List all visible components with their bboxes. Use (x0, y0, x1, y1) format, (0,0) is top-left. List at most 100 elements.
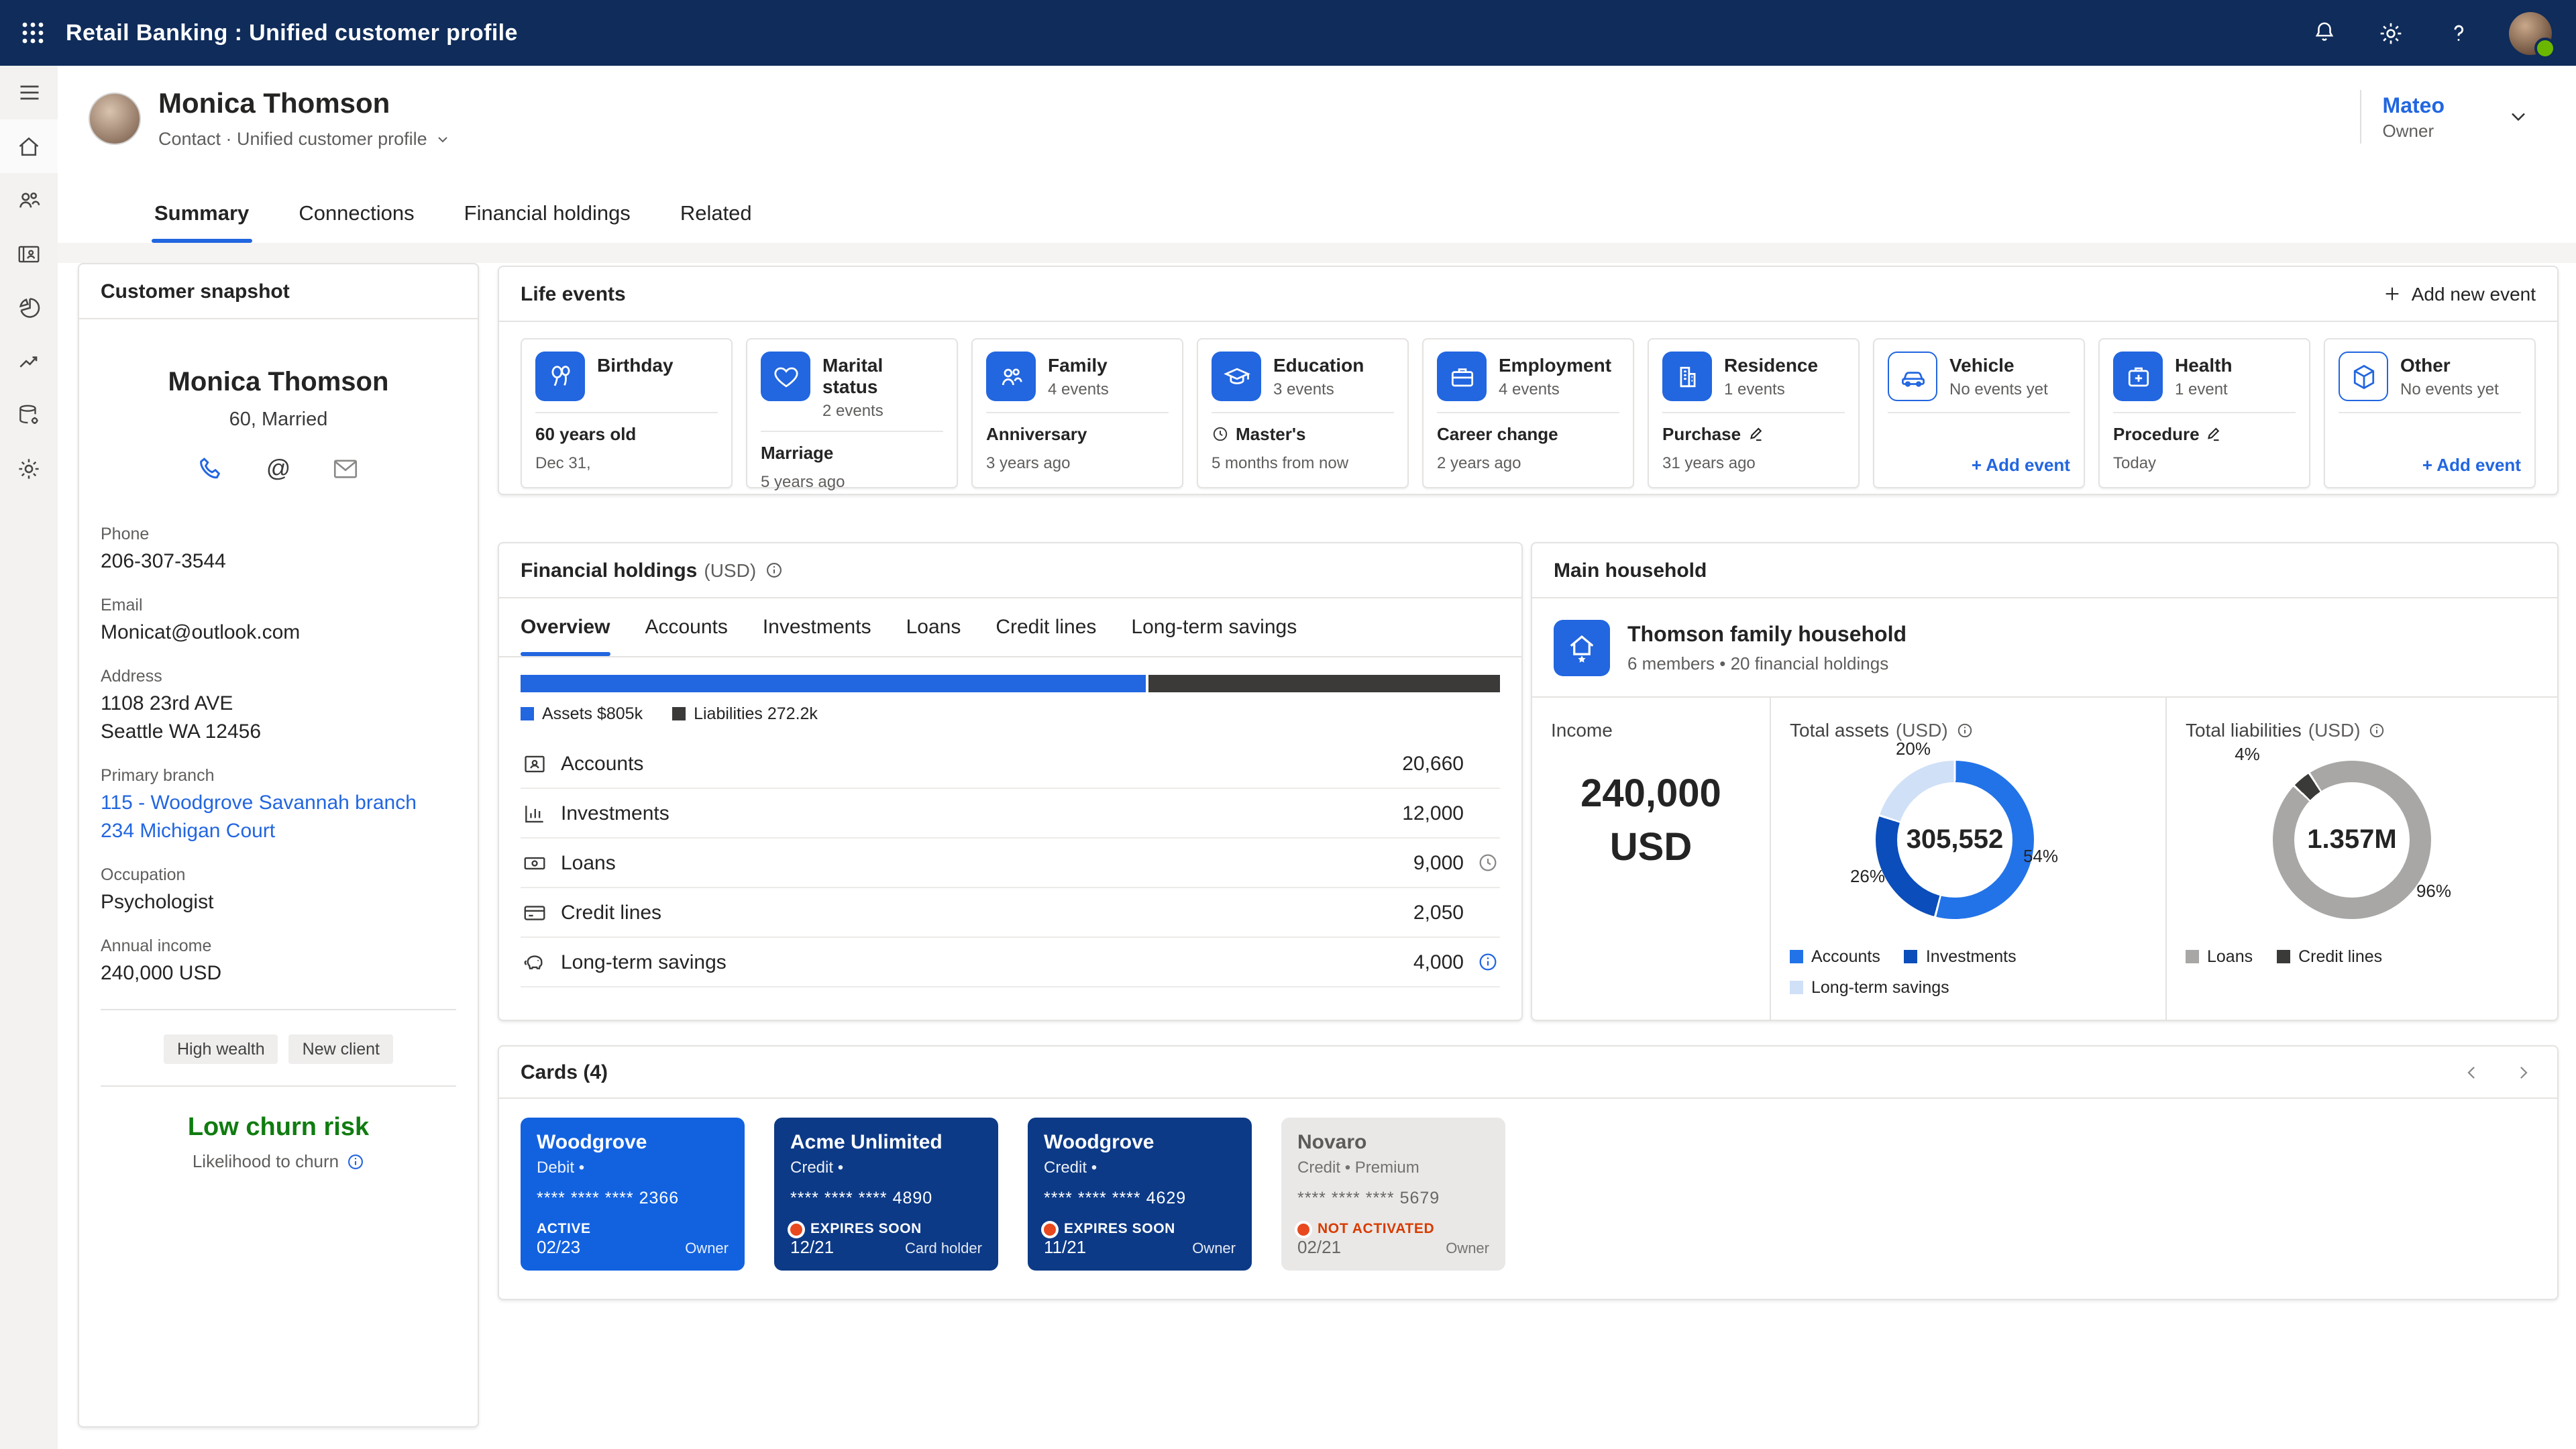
primary-branch-label: Primary branch (101, 766, 456, 785)
tab-connections[interactable]: Connections (296, 189, 417, 243)
pending-clock-icon[interactable] (1476, 851, 1500, 875)
holding-row-loans[interactable]: Loans 9,000 (521, 839, 1500, 888)
holding-row-credit-lines[interactable]: Credit lines 2,050 (521, 888, 1500, 938)
phone-value[interactable]: 206-307-3544 (101, 547, 456, 576)
sidebar-item-customers[interactable] (0, 173, 58, 227)
cards-next-chevron[interactable] (2509, 1059, 2536, 1085)
fin-tab-accounts[interactable]: Accounts (645, 598, 727, 656)
cards-prev-chevron[interactable] (2458, 1059, 2485, 1085)
trend-chart-icon (16, 348, 42, 374)
credit-card-icon (521, 899, 547, 926)
email-value[interactable]: Monicat@outlook.com (101, 619, 456, 647)
primary-branch-field: Primary branch 115 - Woodgrove Savannah … (101, 766, 456, 845)
life-event-count: 4 events (1499, 380, 1611, 398)
income-column: Income 240,000 USD (1532, 698, 1770, 1020)
tag-new-client: New client (289, 1034, 393, 1064)
household-name: Thomson family household (1627, 623, 1907, 647)
fin-tab-overview[interactable]: Overview (521, 598, 610, 656)
life-event-card-other[interactable]: Other No events yet + Add event (2324, 338, 2536, 488)
owner-name-link[interactable]: Mateo (2383, 93, 2445, 120)
user-avatar[interactable] (2509, 11, 2552, 54)
snapshot-divider (101, 1009, 456, 1010)
total-liabilities-center-value: 1.357M (2307, 824, 2396, 855)
tab-summary[interactable]: Summary (152, 189, 252, 243)
phone-field: Phone 206-307-3544 (101, 525, 456, 576)
holding-row-investments[interactable]: Investments 12,000 (521, 789, 1500, 839)
life-event-title: Marital status (822, 354, 943, 397)
info-icon[interactable] (2369, 721, 2386, 739)
life-event-card-health[interactable]: Health 1 event Procedure Today (2098, 338, 2310, 488)
life-event-card-vehicle[interactable]: Vehicle No events yet + Add event (1873, 338, 2085, 488)
total-assets-column: Total assets (USD) 305,552 20% 54% 26% A… (1770, 698, 2165, 1020)
hamburger-icon (17, 80, 41, 105)
life-event-time: 31 years ago (1662, 453, 1845, 472)
bank-card-acme-unlimited[interactable]: Acme Unlimited Credit • **** **** **** 4… (774, 1118, 998, 1271)
fin-tab-long-term-savings[interactable]: Long-term savings (1131, 598, 1297, 656)
sidebar-item-insights[interactable] (0, 334, 58, 388)
holding-row-accounts[interactable]: Accounts 20,660 (521, 739, 1500, 789)
add-event-link[interactable]: + Add event (2422, 455, 2521, 475)
holding-row-long-term-savings[interactable]: Long-term savings 4,000 (521, 938, 1500, 987)
tab-financial-holdings[interactable]: Financial holdings (462, 189, 633, 243)
chevron-down-icon (435, 131, 451, 147)
settings-gear-icon[interactable] (2375, 17, 2407, 49)
info-icon[interactable] (1956, 721, 1974, 739)
life-event-count: No events yet (1949, 380, 2048, 398)
holding-label: Long-term savings (561, 951, 727, 973)
churn-info-icon[interactable] (345, 1152, 364, 1171)
help-icon[interactable] (2442, 17, 2474, 49)
household-record-row[interactable]: Thomson family household 6 members • 20 … (1532, 598, 2557, 676)
life-event-card-education[interactable]: Education 3 events Master's 5 months fro… (1197, 338, 1409, 488)
at-mention-icon[interactable]: @ (262, 452, 294, 484)
life-event-title: Family (1048, 354, 1109, 376)
info-icon[interactable] (764, 561, 783, 580)
sidebar-menu-toggle[interactable] (0, 66, 58, 119)
sidebar-item-segments[interactable] (0, 280, 58, 334)
card-type: Credit • (790, 1158, 982, 1177)
piggy-bank-icon (521, 949, 547, 975)
life-event-card-marital-status[interactable]: Marital status 2 events Marriage 5 years… (746, 338, 958, 488)
fin-tab-investments[interactable]: Investments (763, 598, 871, 656)
life-event-card-birthday[interactable]: Birthday 60 years old Dec 31, (521, 338, 733, 488)
info-icon[interactable] (1476, 950, 1500, 974)
record-type-switcher[interactable]: Contact · Unified customer profile (158, 129, 451, 149)
card-brand: Novaro (1297, 1131, 1489, 1154)
life-event-title: Vehicle (1949, 354, 2048, 376)
sidebar-item-data[interactable] (0, 388, 58, 441)
fin-tab-credit-lines[interactable]: Credit lines (996, 598, 1096, 656)
bank-card-woodgrove-debit[interactable]: Woodgrove Debit • **** **** **** 2366 AC… (521, 1118, 745, 1271)
card-number: **** **** **** 2366 (537, 1189, 729, 1208)
contact-card-icon (16, 241, 42, 266)
sidebar-item-profiles[interactable] (0, 227, 58, 280)
call-phone-icon[interactable] (195, 452, 227, 484)
status-dot-icon (1044, 1223, 1056, 1235)
life-event-title: Birthday (597, 354, 674, 376)
card-expiry-date: 11/21 (1044, 1237, 1086, 1257)
card-status-text: EXPIRES SOON (1064, 1221, 1175, 1237)
fin-tab-loans[interactable]: Loans (906, 598, 961, 656)
branch-link-line1[interactable]: 115 - Woodgrove Savannah branch (101, 789, 456, 817)
add-event-link[interactable]: + Add event (1972, 455, 2070, 475)
app-launcher-icon[interactable] (0, 0, 66, 66)
branch-link-line2[interactable]: 234 Michigan Court (101, 817, 456, 845)
life-event-card-family[interactable]: Family 4 events Anniversary 3 years ago (971, 338, 1183, 488)
life-event-title: Education (1273, 354, 1364, 376)
sidebar-item-home[interactable] (0, 119, 58, 173)
bank-card-novaro[interactable]: Novaro Credit • Premium **** **** **** 5… (1281, 1118, 1505, 1271)
sidebar-item-settings[interactable] (0, 441, 58, 495)
tab-related[interactable]: Related (678, 189, 755, 243)
topbar-actions (2308, 11, 2576, 54)
life-event-name: Career change (1437, 424, 1558, 444)
clock-icon (1212, 425, 1229, 443)
add-new-event-button[interactable]: Add new event (2383, 283, 2536, 305)
life-event-card-employment[interactable]: Employment 4 events Career change 2 year… (1422, 338, 1634, 488)
notifications-bell-icon[interactable] (2308, 17, 2340, 49)
email-envelope-icon[interactable] (329, 452, 362, 484)
cards-title: Cards (4) (521, 1061, 608, 1083)
phone-label: Phone (101, 525, 456, 543)
life-event-card-residence[interactable]: Residence 1 events Purchase 31 years ago (1648, 338, 1860, 488)
life-event-title: Employment (1499, 354, 1611, 376)
life-event-count: 2 events (822, 401, 943, 420)
header-expand-chevron[interactable] (2506, 105, 2530, 129)
bank-card-woodgrove-credit[interactable]: Woodgrove Credit • **** **** **** 4629 E… (1028, 1118, 1252, 1271)
